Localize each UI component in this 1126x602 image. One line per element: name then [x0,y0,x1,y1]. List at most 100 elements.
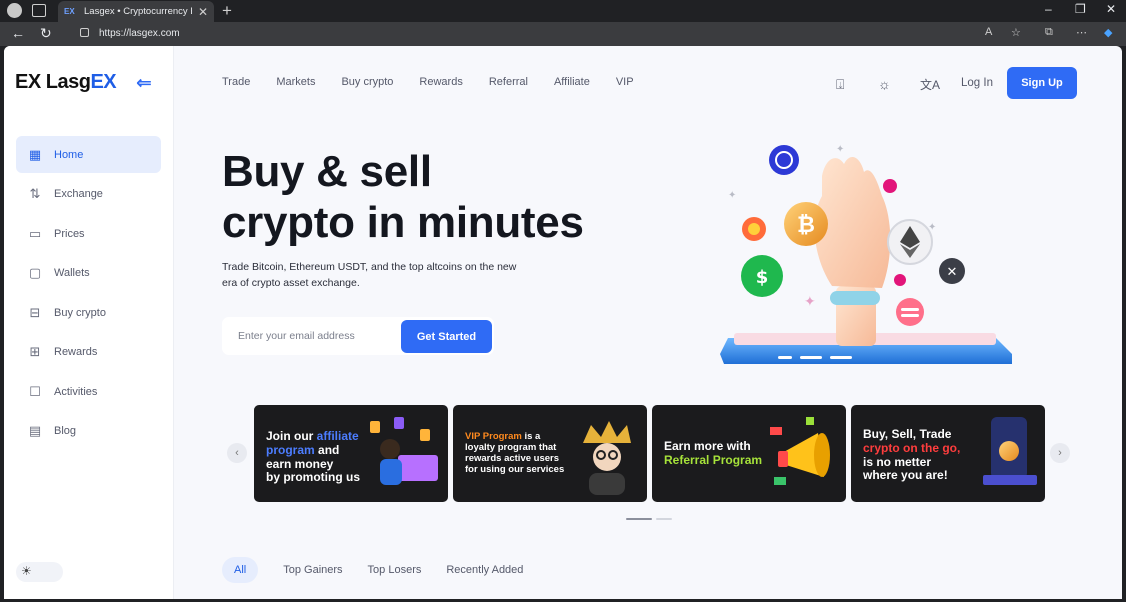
sidebar-item-rewards[interactable]: ⊞ Rewards [16,334,161,371]
url-text: https://lasgex.com [99,28,180,39]
hero-illustration: ₿ $ ✕ ✦ ✦ ✦ ✦ [720,144,1012,364]
sidebar-item-label: Rewards [54,346,98,358]
promo-line: by promoting us [266,470,360,485]
mobile-app-illustration [983,417,1037,485]
promo-card-vip[interactable]: VIP Program is a loyalty program that re… [453,405,647,502]
minimize-icon[interactable]: – [1045,2,1052,16]
sidebar-item-home[interactable]: ▦ Home [16,136,161,173]
promo-highlight: affiliate [316,429,359,443]
logo[interactable]: EX LasgEX [15,71,117,94]
sidebar-item-prices[interactable]: ▭ Prices [16,215,161,252]
restore-icon[interactable]: ❐ [1075,2,1086,16]
browser-tab-bar: EX Lasgex • Cryptocurrency Exchange ✕ + … [0,0,1126,22]
browser-tab[interactable]: EX Lasgex • Cryptocurrency Exchange ✕ [58,1,214,22]
exchange-icon: ⇅ [29,186,41,201]
get-started-button[interactable]: Get Started [401,320,492,353]
favorite-star-icon[interactable]: ☆ [1011,26,1021,39]
promo-card-affiliate[interactable]: Join our affiliate program and earn mone… [254,405,448,502]
more-menu-icon[interactable]: ⋯ [1076,26,1087,39]
window-close-icon[interactable]: ✕ [1106,2,1116,16]
email-signup-form: Get Started [222,317,494,355]
affiliate-illustration [370,417,438,485]
logo-word: Lasg [45,71,91,93]
close-tab-icon[interactable]: ✕ [198,5,208,19]
nav-vip[interactable]: VIP [616,76,634,88]
nav-markets[interactable]: Markets [276,76,315,88]
back-icon[interactable]: ← [11,25,25,41]
promo-line: Join our [266,429,317,443]
profile-icon[interactable] [7,3,22,18]
svg-text:✦: ✦ [728,190,736,201]
theme-toggle[interactable]: ☀ [16,562,63,582]
main-content: Trade Markets Buy crypto Rewards Referra… [174,46,1122,599]
prices-icon: ▭ [28,225,42,241]
sidebar-item-activities[interactable]: ☐ Activities [16,373,161,410]
hero-title: Buy & sell crypto in minutes [222,146,642,248]
promo-highlight: crypto on the go, [863,440,961,455]
new-tab-button[interactable]: + [222,1,232,21]
read-aloud-icon[interactable]: A [985,26,992,38]
sidebar-item-label: Activities [54,385,98,398]
svg-text:✕: ✕ [947,265,958,280]
web-page: EX LasgEX ⇐ ▦ Home ⇅ Exchange ▭ Prices ▢… [4,46,1122,599]
grid-icon: ▦ [28,146,42,162]
download-app-icon[interactable]: ⍗ [836,76,844,93]
lock-icon [80,28,89,37]
email-input[interactable] [222,317,398,355]
promo-line: is no metter [863,454,932,469]
tab-all[interactable]: All [222,557,259,583]
promo-card-mobile[interactable]: Buy, Sell, Trade crypto on the go, is no… [851,405,1045,502]
promo-line: earn money [266,456,334,471]
nav-trade[interactable]: Trade [222,76,250,88]
promo-line: and [314,442,340,457]
megaphone-icon [770,417,830,485]
carousel-next-button[interactable]: › [1050,443,1070,463]
nav-affiliate[interactable]: Affiliate [554,76,590,88]
logo-word-accent: EX [90,71,117,93]
promo-line: Buy, Sell, Trade [863,427,952,441]
carousel-dot[interactable] [656,518,672,520]
collapse-sidebar-icon[interactable]: ⇐ [136,72,152,95]
top-nav: Trade Markets Buy crypto Rewards Referra… [222,76,634,88]
copilot-icon[interactable]: ◆ [1104,26,1112,39]
wallet-icon: ▢ [28,265,42,280]
nav-referral[interactable]: Referral [489,76,528,88]
refresh-icon[interactable]: ↻ [40,25,52,42]
sidebar-item-label: Prices [54,227,85,240]
promo-line: for using our services [465,463,565,475]
sidebar-nav: ▦ Home ⇅ Exchange ▭ Prices ▢ Wallets ⊟ B… [16,136,161,452]
sidebar-item-blog[interactable]: ▤ Blog [16,413,161,450]
gift-icon: ⊞ [29,344,41,359]
sidebar-item-buy-crypto[interactable]: ⊟ Buy crypto [16,294,161,331]
svg-text:✦: ✦ [836,144,844,155]
tab-recently-added[interactable]: Recently Added [446,564,523,576]
nav-rewards[interactable]: Rewards [419,76,462,88]
sidebar-item-label: Buy crypto [54,306,106,319]
tab-actions-icon[interactable] [32,4,46,17]
login-link[interactable]: Log In [961,77,993,89]
signup-button[interactable]: Sign Up [1007,67,1077,99]
sun-icon: ☀ [21,564,32,578]
blog-icon: ▤ [28,423,42,438]
promo-card-referral[interactable]: Earn more with Referral Program [652,405,846,502]
logo-mark: EX [15,71,41,93]
tab-top-losers[interactable]: Top Losers [368,564,422,576]
promo-line: is a [521,431,541,442]
sidebar-item-wallets[interactable]: ▢ Wallets [16,255,161,292]
svg-text:₿: ₿ [797,213,815,238]
promo-card-text: Buy, Sell, Trade crypto on the go, is no… [863,427,961,483]
carousel-prev-button[interactable]: ‹ [227,443,247,463]
url-field[interactable]: https://lasgex.com [70,24,1126,44]
sidebar-item-label: Exchange [54,188,103,200]
promo-highlight: Referral Program [664,452,763,467]
extensions-icon[interactable]: ⧉ [1045,26,1053,39]
carousel-dot-active[interactable] [626,518,652,520]
hero-title-line2: crypto in minutes [222,198,584,247]
tab-title: Lasgex • Cryptocurrency Exchange [84,6,192,17]
tab-top-gainers[interactable]: Top Gainers [283,564,342,576]
language-icon[interactable]: 文A [920,76,940,93]
nav-buy-crypto[interactable]: Buy crypto [341,76,393,88]
sidebar-item-label: Home [54,148,84,161]
brightness-icon[interactable]: ☼ [878,76,891,92]
sidebar-item-exchange[interactable]: ⇅ Exchange [16,176,161,213]
